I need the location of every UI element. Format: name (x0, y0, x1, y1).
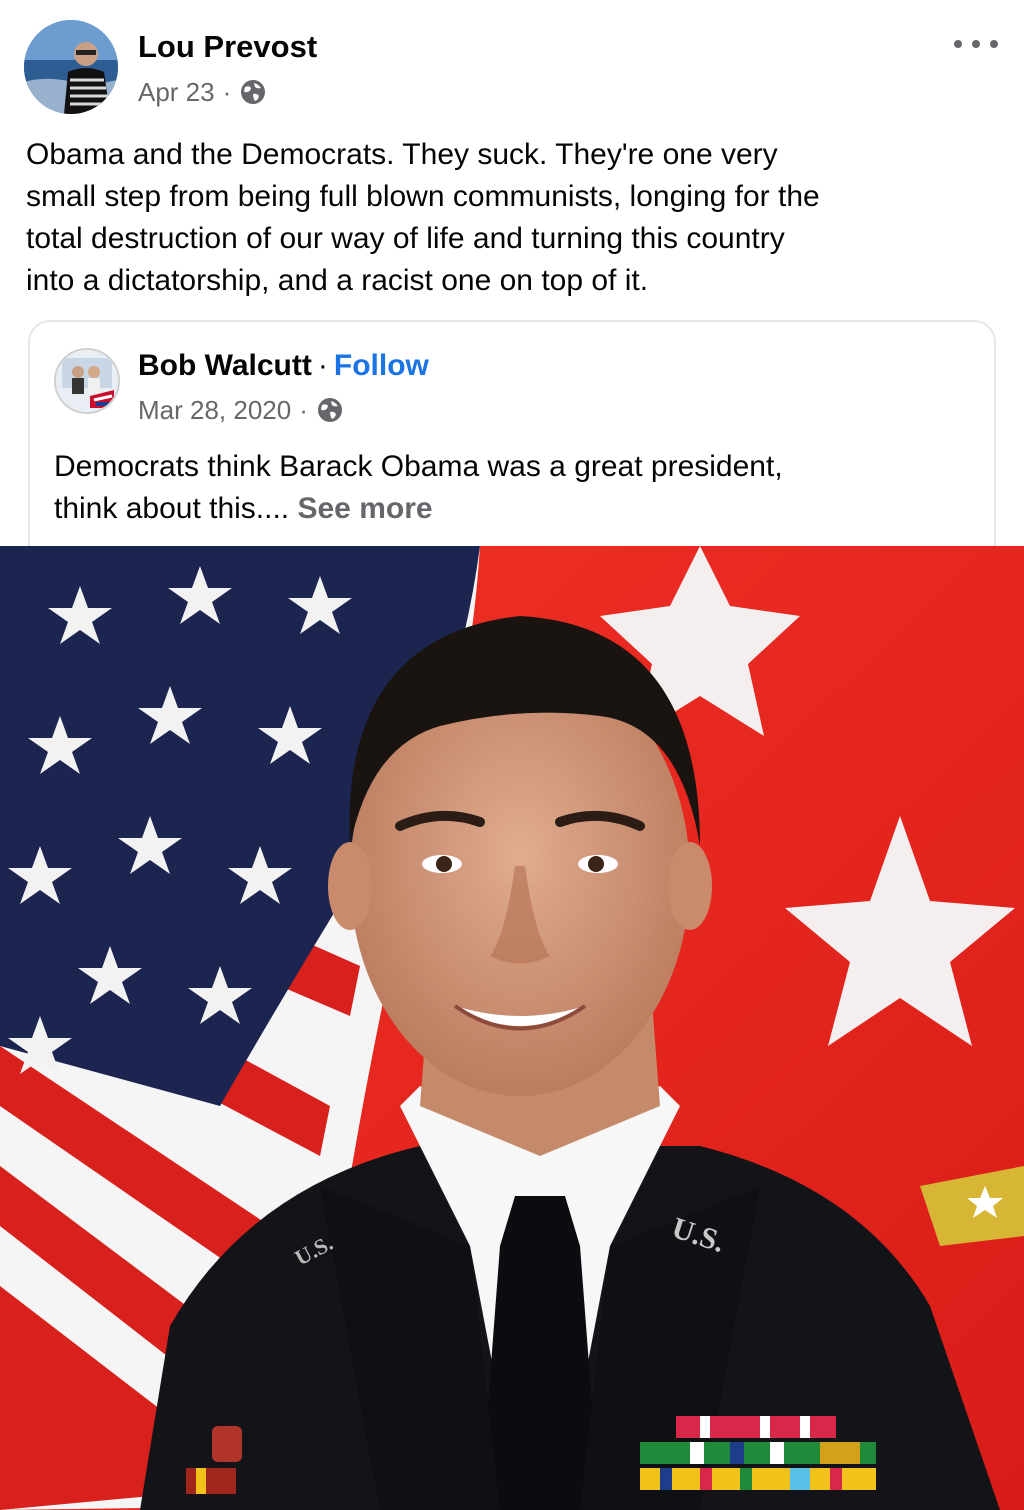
globe-icon (239, 78, 267, 106)
shared-post-card[interactable]: Bob Walcutt · Follow Mar 28, 2020 · Democr… (28, 320, 996, 580)
post-photo[interactable]: U.S. U.S. (0, 546, 1024, 1510)
more-dot (972, 40, 980, 48)
more-options-icon[interactable] (954, 28, 998, 60)
shared-author-name[interactable]: Bob Walcutt (138, 349, 312, 382)
post-header: Lou Prevost Apr 23 · (0, 0, 1024, 120)
shared-post-text: Democrats think Barack Obama was a great… (54, 446, 974, 530)
globe-icon (316, 396, 344, 424)
shared-author-avatar[interactable] (54, 348, 120, 414)
official-portrait-image: U.S. U.S. (0, 546, 1024, 1510)
post-date[interactable]: Apr 23 (138, 77, 215, 108)
meta-separator: · (222, 76, 232, 107)
post-meta: Apr 23 · (138, 74, 267, 110)
shared-post-date[interactable]: Mar 28, 2020 (138, 395, 291, 426)
see-more-link[interactable]: See more (297, 492, 432, 525)
author-name[interactable]: Lou Prevost (138, 28, 317, 66)
meta-separator: · (299, 394, 308, 425)
shared-post-meta: Mar 28, 2020 · (138, 392, 344, 428)
follow-button[interactable]: Follow (334, 349, 429, 382)
more-dot (954, 40, 962, 48)
more-dot (990, 40, 998, 48)
post-text: Obama and the Democrats. They suck. They… (26, 138, 820, 297)
shared-author-row: Bob Walcutt · Follow (138, 346, 429, 386)
author-avatar[interactable] (24, 20, 118, 114)
name-separator: · (317, 349, 328, 382)
